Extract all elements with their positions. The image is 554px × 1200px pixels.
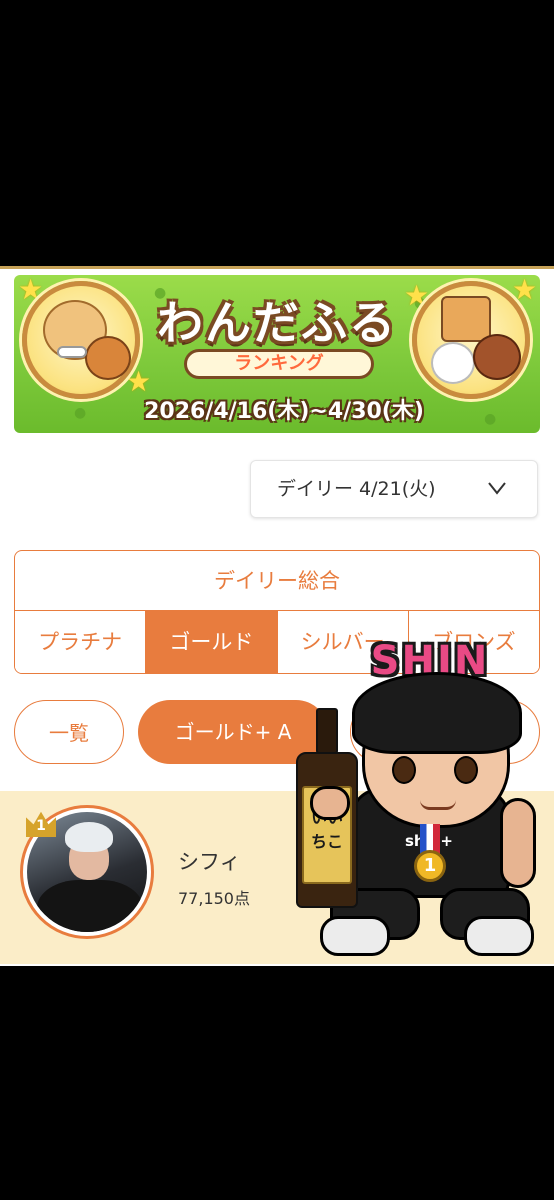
- crown-rank-icon: 1: [26, 811, 56, 837]
- poodle-dogs-illustration: [412, 281, 530, 399]
- user-score: 77,150点: [178, 889, 250, 908]
- banner-title: わんだふる: [157, 296, 397, 350]
- filter-all-button[interactable]: 一覧: [14, 700, 124, 764]
- date-select-dropdown[interactable]: デイリー 4/21(火): [250, 460, 538, 518]
- app-screen: ● ● ● ● ★ ★ ★ ★ わんだふる ランキング 2026/4/16(木)…: [0, 266, 554, 966]
- chevron-down-icon: [487, 461, 507, 538]
- tab-daily-overall[interactable]: デイリー総合: [15, 551, 539, 611]
- tab-platinum[interactable]: プラチナ: [15, 611, 147, 673]
- tab-gold[interactable]: ゴールド: [146, 611, 278, 673]
- golden-retriever-illustration: [22, 281, 140, 399]
- gold-medal-icon: 1: [414, 850, 446, 882]
- paw-icon: ●: [484, 411, 497, 427]
- user-name: シフィ: [178, 850, 241, 874]
- banner-subtitle: ランキング: [184, 349, 374, 379]
- shin-character-sticker: SHIN shin+ 1 いいちこ: [290, 638, 554, 964]
- date-select-value: デイリー 4/21(火): [277, 478, 436, 500]
- banner-dates: 2026/4/16(木)~4/30(木): [144, 399, 424, 424]
- event-banner[interactable]: ● ● ● ● ★ ★ ★ ★ わんだふる ランキング 2026/4/16(木)…: [14, 275, 540, 433]
- paw-icon: ●: [74, 405, 87, 421]
